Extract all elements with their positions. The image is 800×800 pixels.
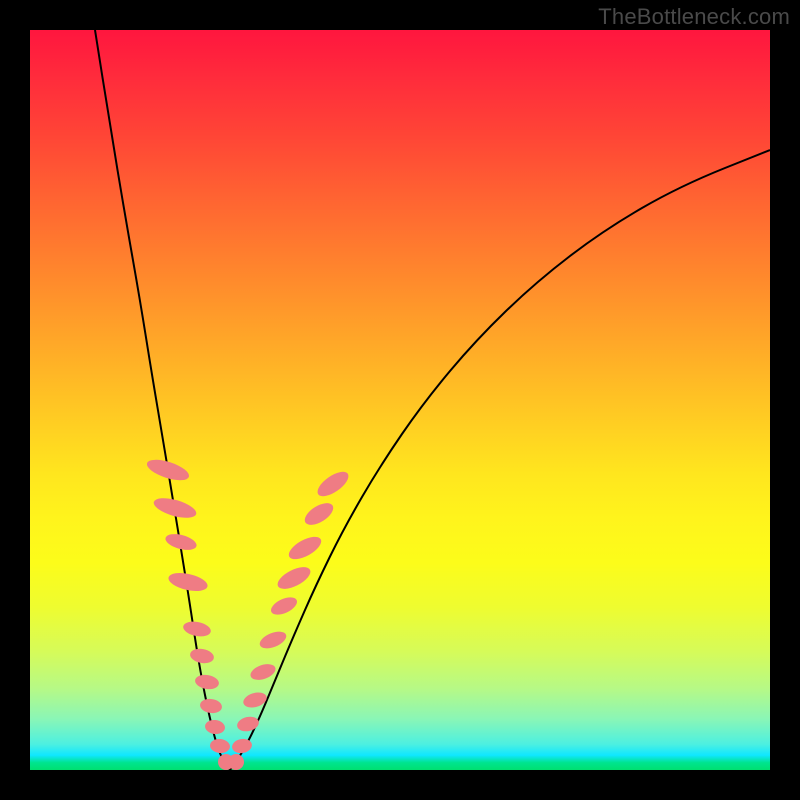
bead-right-4 xyxy=(257,628,288,651)
bead-right-8 xyxy=(301,499,337,530)
bead-right-9 xyxy=(314,467,353,501)
bead-left-5 xyxy=(189,647,215,665)
bead-left-8 xyxy=(204,719,226,735)
bead-right-5 xyxy=(268,594,299,619)
bead-bottom-1 xyxy=(228,754,244,770)
bead-right-3 xyxy=(248,661,277,683)
bead-markers xyxy=(145,456,353,770)
bead-left-6 xyxy=(194,673,220,691)
curve-layer xyxy=(30,30,770,770)
bead-right-7 xyxy=(285,532,324,563)
bead-left-7 xyxy=(199,698,223,715)
bead-left-4 xyxy=(182,619,212,638)
watermark-text: TheBottleneck.com xyxy=(598,4,790,30)
bead-right-6 xyxy=(274,563,313,594)
chart-frame: TheBottleneck.com xyxy=(0,0,800,800)
bottleneck-curve-right xyxy=(230,150,770,770)
plot-area xyxy=(30,30,770,770)
bead-left-9 xyxy=(209,738,230,754)
bead-left-0 xyxy=(145,456,192,485)
bead-right-1 xyxy=(236,715,261,734)
